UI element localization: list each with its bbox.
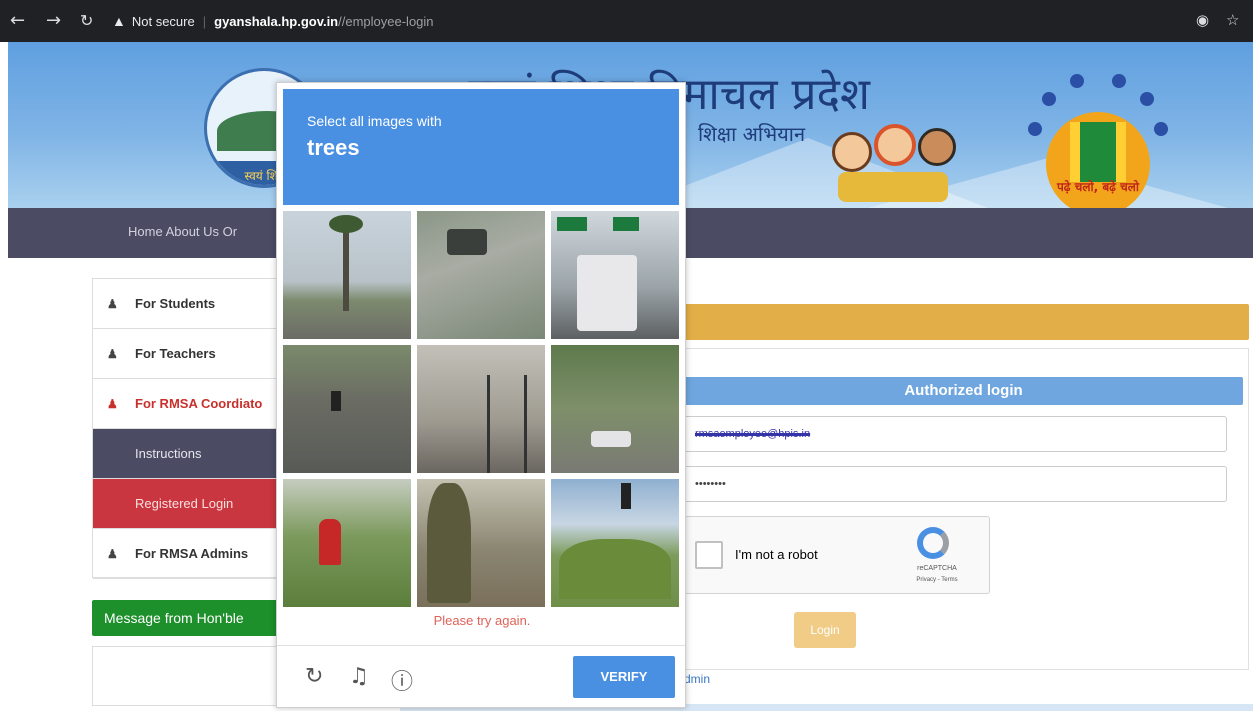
- url-path: //employee-login: [338, 13, 434, 29]
- verify-button[interactable]: VERIFY: [573, 656, 675, 698]
- email-field[interactable]: rmsaemployee@hpis.in: [684, 416, 1227, 452]
- recaptcha-widget: I'm not a robot reCAPTCHA Privacy - Term…: [684, 516, 990, 594]
- logo-figure: [1140, 92, 1154, 106]
- user-icon: ♟: [107, 396, 118, 411]
- headphones-icon[interactable]: ♫: [349, 664, 369, 689]
- nav-links[interactable]: Home About Us Or: [128, 224, 237, 239]
- reload-page-icon[interactable]: ↻: [80, 11, 93, 30]
- children-bodies: [838, 172, 948, 202]
- captcha-error: Please try again.: [433, 613, 531, 628]
- fire-hydrant-shape: [319, 519, 341, 565]
- login-button[interactable]: Login: [794, 612, 856, 648]
- user-icon: ♟: [107, 546, 118, 561]
- section-header-bar: [684, 304, 1249, 340]
- logo-figure: [1154, 122, 1168, 136]
- info-icon[interactable]: ⓘ: [391, 664, 413, 696]
- sidebar: ♟ For Students ♟ For Teachers ♟ For RMSA…: [92, 278, 282, 579]
- tree-shape: [559, 539, 671, 599]
- password-field[interactable]: ••••••••: [684, 466, 1227, 502]
- recaptcha-label: I'm not a robot: [735, 547, 818, 562]
- captcha-tile[interactable]: [417, 211, 545, 339]
- logo-book: [1070, 122, 1126, 182]
- logo-figure: [1028, 122, 1042, 136]
- sidebar-item-label: For RMSA Coordiato: [135, 396, 263, 411]
- road-sign: [613, 217, 639, 231]
- car-shape: [591, 431, 631, 447]
- back-icon[interactable]: ←: [10, 10, 25, 31]
- road-sign: [557, 217, 587, 231]
- captcha-challenge: Select all images with trees Please try …: [276, 82, 686, 708]
- security-label: Not secure: [131, 13, 195, 29]
- eye-off-icon[interactable]: ◉: [1196, 11, 1209, 29]
- captcha-tile[interactable]: [551, 211, 679, 339]
- captcha-tile[interactable]: [283, 345, 411, 473]
- url-host: gyanshala.hp.gov.in: [214, 13, 339, 29]
- user-icon: ♟: [107, 296, 118, 311]
- forward-icon[interactable]: →: [46, 10, 61, 31]
- child-head: [832, 132, 872, 172]
- sidebar-item-students[interactable]: ♟ For Students: [93, 279, 281, 329]
- reload-icon[interactable]: ↻: [305, 664, 323, 689]
- sidebar-item-rmsa-coordinator[interactable]: ♟ For RMSA Coordiato: [93, 379, 281, 429]
- captcha-tile[interactable]: [417, 479, 545, 607]
- message-button[interactable]: Message from Hon'ble: [92, 600, 282, 636]
- message-box: [92, 646, 282, 706]
- sidebar-item-label: Instructions: [135, 446, 202, 461]
- logo-figure: [1042, 92, 1056, 106]
- recaptcha-brand: reCAPTCHA: [917, 565, 957, 572]
- logo-caption: पढ़े चलो, बढ़े चलो: [1056, 180, 1139, 194]
- palm-trunk: [343, 221, 349, 311]
- browser-toolbar: ← → ↻ ▲ Not secure | gyanshala.hp.gov.in…: [0, 0, 1253, 42]
- captcha-header: Select all images with trees: [283, 89, 679, 205]
- login-header: Authorized login: [684, 377, 1243, 405]
- site-subtitle: शिक्षा अभियान: [698, 122, 806, 146]
- campaign-logo: पढ़े चलो, बढ़े चलो: [1008, 52, 1188, 208]
- sidebar-item-label: For RMSA Admins: [135, 546, 249, 561]
- captcha-tile[interactable]: [551, 479, 679, 607]
- child-head: [874, 124, 916, 166]
- sidebar-item-label: Registered Login: [135, 496, 234, 511]
- children-illustration: [828, 118, 958, 204]
- logo-figure: [1112, 74, 1126, 88]
- bus-shape: [577, 255, 637, 331]
- captcha-tile[interactable]: [417, 345, 545, 473]
- palm-crown: [329, 215, 363, 233]
- palm-tree-shape: [427, 483, 471, 603]
- captcha-target: trees: [307, 135, 360, 160]
- sidebar-subitem-registered-login[interactable]: Registered Login: [93, 479, 281, 529]
- user-icon: ♟: [107, 346, 118, 361]
- recaptcha-logo-icon: [917, 527, 949, 559]
- captcha-tile[interactable]: [283, 479, 411, 607]
- captcha-tile[interactable]: [283, 211, 411, 339]
- address-bar[interactable]: ▲ Not secure | gyanshala.hp.gov.in //emp…: [112, 8, 1192, 34]
- password-value: ••••••••: [695, 478, 726, 490]
- traffic-light-shape: [621, 483, 631, 509]
- recaptcha-checkbox[interactable]: [695, 541, 723, 569]
- warning-icon: ▲: [112, 13, 126, 29]
- child-head: [918, 128, 956, 166]
- sidebar-item-teachers[interactable]: ♟ For Teachers: [93, 329, 281, 379]
- logo-figure: [1070, 74, 1084, 88]
- captcha-image-grid: [283, 211, 679, 607]
- sidebar-item-label: For Teachers: [135, 346, 216, 361]
- staircase-shape: [487, 375, 527, 473]
- car-shape: [447, 229, 487, 255]
- sidebar-subitem-instructions[interactable]: Instructions: [93, 429, 281, 479]
- star-icon[interactable]: ☆: [1226, 11, 1239, 29]
- motorcycle-shape: [331, 391, 341, 411]
- sidebar-item-label: For Students: [135, 296, 216, 311]
- captcha-footer: ↻ ♫ ⓘ VERIFY: [277, 645, 685, 707]
- email-value: rmsaemployee@hpis.in: [695, 428, 811, 440]
- captcha-tile[interactable]: [551, 345, 679, 473]
- sidebar-item-rmsa-admins[interactable]: ♟ For RMSA Admins: [93, 529, 281, 579]
- separator: |: [202, 13, 207, 29]
- captcha-prompt: Select all images with: [307, 113, 442, 129]
- recaptcha-terms[interactable]: Privacy - Terms: [909, 577, 965, 583]
- admin-link[interactable]: dmin: [684, 672, 710, 686]
